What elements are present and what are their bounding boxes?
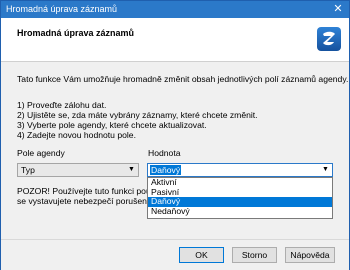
dropdown-option[interactable]: Nedaňový — [148, 206, 332, 217]
chevron-down-icon[interactable]: ▼ — [125, 164, 138, 176]
app-logo-icon — [317, 27, 341, 51]
intro-text: Tato funkce Vám umožňuje hromadně změnit… — [17, 74, 349, 84]
dialog-heading: Hromadná úprava záznamů — [17, 28, 135, 38]
warning-line-1: POZOR! Používejte tuto funkci pouze — [17, 186, 160, 196]
title-bar[interactable]: Hromadná úprava záznamů ✕ — [1, 1, 349, 18]
app-logo-glyph — [323, 31, 335, 46]
pole-agendy-select[interactable]: Typ ▼ — [17, 163, 139, 177]
step-4: 4) Zadejte novou hodnotu pole. — [17, 130, 136, 140]
pole-agendy-label: Pole agendy — [17, 148, 65, 158]
step-3: 3) Vyberte pole agendy, které chcete akt… — [17, 120, 207, 130]
warning-line-2: se vystavujete nebezpečí porušení úd — [17, 196, 162, 206]
dialog-header: Hromadná úprava záznamů — [1, 18, 349, 62]
step-1: 1) Proveďte zálohu dat. — [17, 100, 107, 110]
window-title: Hromadná úprava záznamů — [6, 4, 118, 14]
hodnota-dropdown-list[interactable]: Aktivní Pasivní Daňový Nedaňový — [147, 177, 333, 219]
pole-agendy-value: Typ — [21, 165, 35, 175]
step-2: 2) Ujistěte se, zda máte vybrány záznamy… — [17, 110, 258, 120]
ok-button[interactable]: OK — [179, 247, 224, 263]
dialog-window: Hromadná úprava záznamů ✕ Hromadná úprav… — [0, 0, 350, 270]
cancel-button[interactable]: Storno — [232, 247, 277, 263]
help-button[interactable]: Nápověda — [285, 247, 335, 263]
chevron-down-icon[interactable]: ▼ — [319, 164, 332, 176]
close-icon[interactable]: ✕ — [327, 1, 349, 18]
dialog-footer: OK Storno Nápověda — [1, 239, 349, 270]
hodnota-value: Daňový — [150, 165, 182, 175]
hodnota-label: Hodnota — [148, 148, 181, 158]
hodnota-select[interactable]: Daňový ▼ — [147, 163, 333, 177]
